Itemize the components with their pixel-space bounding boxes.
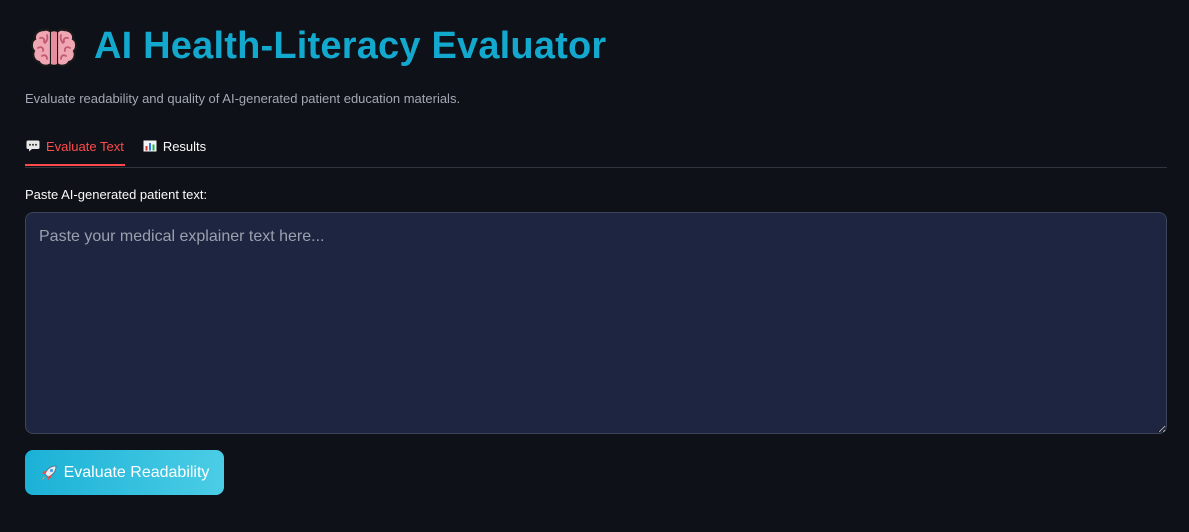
header: AI Health-Literacy Evaluator xyxy=(30,22,606,70)
text-input-label: Paste AI-generated patient text: xyxy=(25,187,208,202)
tab-evaluate-text[interactable]: Evaluate Text xyxy=(25,128,125,166)
tab-results-label: Results xyxy=(162,138,207,154)
bar-chart-icon xyxy=(143,140,157,152)
rocket-icon xyxy=(41,465,56,480)
tab-evaluate-text-label: Evaluate Text xyxy=(46,138,124,154)
tab-bar: Evaluate Text Results xyxy=(25,128,1167,168)
page-title: AI Health-Literacy Evaluator xyxy=(94,24,607,67)
evaluate-readability-label: Evaluate Readability xyxy=(63,463,210,481)
brain-icon xyxy=(30,28,78,67)
tab-results[interactable]: Results xyxy=(142,128,207,164)
app-page: AI Health-Literacy Evaluator Evaluate re… xyxy=(0,0,1189,532)
page-subtitle: Evaluate readability and quality of AI-g… xyxy=(25,91,461,106)
evaluate-readability-button[interactable]: Evaluate Readability xyxy=(25,450,224,495)
text-input-container xyxy=(25,212,1167,434)
speech-balloon-icon xyxy=(26,140,40,152)
patient-text-input[interactable] xyxy=(25,212,1167,434)
